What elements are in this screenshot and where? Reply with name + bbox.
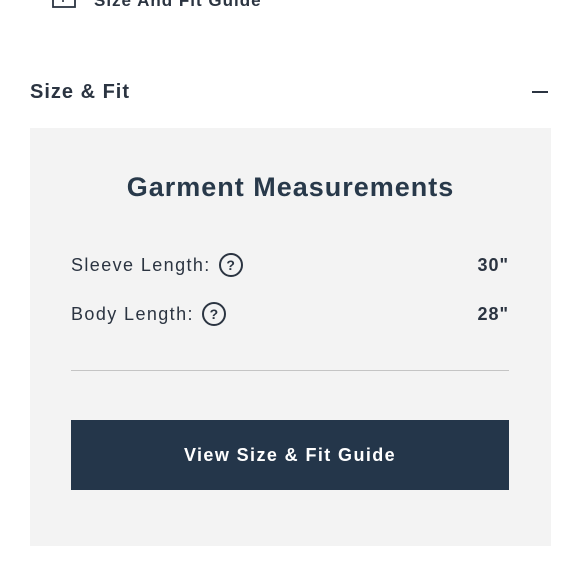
measurement-value: 28"	[477, 303, 509, 324]
measurement-label-group: Body Length: ?	[71, 302, 226, 326]
measurement-value: 30"	[477, 254, 509, 275]
measurement-label: Body Length:	[71, 303, 194, 324]
ruler-icon	[52, 0, 76, 11]
divider	[71, 370, 509, 371]
size-fit-accordion-header[interactable]: Size & Fit	[30, 76, 550, 108]
help-icon[interactable]: ?	[201, 302, 226, 326]
size-guide-link[interactable]: Size And Fit Guide	[52, 0, 262, 12]
section-title: Size & Fit	[30, 80, 131, 103]
size-guide-link-label[interactable]: Size And Fit Guide	[94, 0, 262, 11]
measurement-row-sleeve-length: Sleeve Length: ? 30"	[71, 250, 509, 280]
minus-icon[interactable]	[532, 83, 550, 101]
help-icon[interactable]: ?	[218, 253, 243, 277]
garment-measurements-panel: Garment Measurements Sleeve Length: ? 30…	[30, 128, 551, 546]
measurement-label: Sleeve Length:	[71, 254, 211, 275]
measurement-label-group: Sleeve Length: ?	[71, 253, 243, 277]
panel-title: Garment Measurements	[126, 172, 455, 202]
measurement-row-body-length: Body Length: ? 28"	[71, 299, 509, 329]
view-size-fit-guide-button[interactable]: View Size & Fit Guide	[71, 420, 509, 490]
